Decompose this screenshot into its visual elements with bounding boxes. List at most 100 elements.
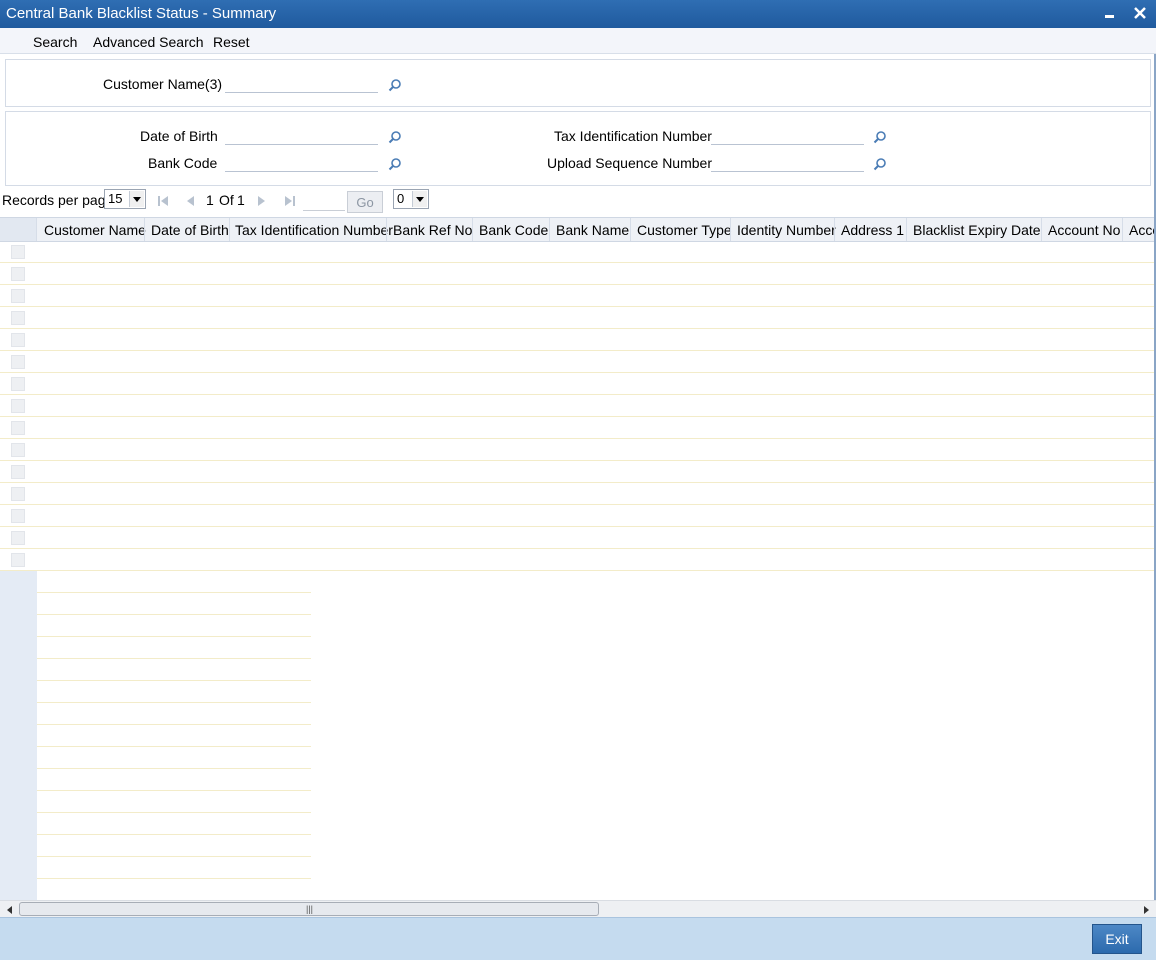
row-select-checkbox[interactable] <box>11 443 25 457</box>
bank-code-label: Bank Code <box>148 155 218 171</box>
page-select[interactable]: 0 <box>393 189 429 209</box>
pane-row <box>0 725 311 747</box>
date-of-birth-label: Date of Birth <box>140 128 218 144</box>
row-select-checkbox[interactable] <box>11 487 25 501</box>
col-acco-truncated[interactable]: Acco <box>1129 222 1156 238</box>
col-blacklist-expiry-date[interactable]: Blacklist Expiry Date <box>913 222 1041 238</box>
first-page-icon[interactable] <box>156 194 170 208</box>
menu-bar: Search Advanced Search Reset <box>0 28 1156 54</box>
select-all-cell[interactable] <box>0 218 37 241</box>
customer-name-label: Customer Name(3) <box>103 76 223 92</box>
records-per-page-select[interactable]: 15 <box>104 189 146 209</box>
col-customer-name[interactable]: Customer Name <box>44 222 146 238</box>
pane-row-header <box>0 725 37 747</box>
pane-row-header <box>0 659 37 681</box>
table-row[interactable] <box>0 461 1154 483</box>
upload-sequence-input[interactable] <box>711 152 864 172</box>
col-identity-number[interactable]: Identity Number <box>737 222 836 238</box>
table-row[interactable] <box>0 439 1154 461</box>
next-page-icon[interactable] <box>255 194 269 208</box>
date-of-birth-lookup-icon[interactable] <box>388 130 402 144</box>
pane-row <box>0 593 311 615</box>
pane-row-header <box>0 879 37 901</box>
table-row[interactable] <box>0 549 1154 571</box>
table-row[interactable] <box>0 241 1154 263</box>
pane-row <box>0 791 311 813</box>
pane-row-header <box>0 857 37 879</box>
tax-id-input[interactable] <box>711 125 864 145</box>
row-select-checkbox[interactable] <box>11 531 25 545</box>
pane-row <box>0 879 311 901</box>
table-row[interactable] <box>0 285 1154 307</box>
pane-row <box>0 681 311 703</box>
page-select-value: 0 <box>397 191 405 206</box>
col-customer-type[interactable]: Customer Type <box>637 222 732 238</box>
row-select-checkbox[interactable] <box>11 377 25 391</box>
pane-row <box>0 659 311 681</box>
pane-row <box>0 835 311 857</box>
previous-page-icon[interactable] <box>183 194 197 208</box>
pager-bar: Records per page 15 1 Of 1 0 <box>0 186 1156 216</box>
dropdown-arrow-icon <box>412 191 427 207</box>
go-button[interactable]: Go <box>347 191 383 213</box>
close-icon[interactable] <box>1130 3 1150 23</box>
search-menu-item[interactable]: Search <box>33 34 77 50</box>
col-bank-code[interactable]: Bank Code <box>479 222 548 238</box>
col-date-of-birth[interactable]: Date of Birth <box>151 222 229 238</box>
goto-page-input[interactable] <box>303 192 345 211</box>
table-row[interactable] <box>0 395 1154 417</box>
horizontal-scrollbar[interactable]: ||| <box>0 900 1156 917</box>
upload-sequence-lookup-icon[interactable] <box>873 157 887 171</box>
table-row[interactable] <box>0 307 1154 329</box>
row-select-checkbox[interactable] <box>11 421 25 435</box>
table-row[interactable] <box>0 263 1154 285</box>
advanced-search-menu-item[interactable]: Advanced Search <box>93 34 204 50</box>
pane-row <box>0 857 311 879</box>
pane-row-header <box>0 593 37 615</box>
bank-code-lookup-icon[interactable] <box>388 157 402 171</box>
pane-row-header <box>0 769 37 791</box>
window-title: Central Bank Blacklist Status - Summary <box>6 5 277 22</box>
row-select-checkbox[interactable] <box>11 509 25 523</box>
row-select-checkbox[interactable] <box>11 553 25 567</box>
last-page-icon[interactable] <box>283 194 297 208</box>
tax-id-lookup-icon[interactable] <box>873 130 887 144</box>
customer-name-input[interactable] <box>225 73 378 93</box>
table-row[interactable] <box>0 329 1154 351</box>
table-row[interactable] <box>0 351 1154 373</box>
col-address-1[interactable]: Address 1 <box>841 222 904 238</box>
table-row[interactable] <box>0 417 1154 439</box>
exit-button[interactable]: Exit <box>1092 924 1142 954</box>
records-per-page-label: Records per page <box>2 192 114 208</box>
table-row[interactable] <box>0 505 1154 527</box>
bank-code-input[interactable] <box>225 152 378 172</box>
table-row[interactable] <box>0 373 1154 395</box>
pane-row-header <box>0 747 37 769</box>
col-account-no[interactable]: Account No <box>1048 222 1120 238</box>
col-tax-identification-number[interactable]: Tax Identification Number <box>235 222 393 238</box>
reset-menu-item[interactable]: Reset <box>213 34 250 50</box>
pane-row <box>0 571 311 593</box>
row-select-checkbox[interactable] <box>11 355 25 369</box>
row-select-checkbox[interactable] <box>11 465 25 479</box>
row-select-checkbox[interactable] <box>11 311 25 325</box>
row-select-checkbox[interactable] <box>11 267 25 281</box>
minimize-icon[interactable] <box>1100 3 1120 23</box>
date-of-birth-input[interactable] <box>225 125 378 145</box>
pane-row-header <box>0 835 37 857</box>
row-select-checkbox[interactable] <box>11 399 25 413</box>
title-bar: Central Bank Blacklist Status - Summary <box>0 0 1156 28</box>
table-row[interactable] <box>0 527 1154 549</box>
scroll-left-icon[interactable] <box>4 903 16 915</box>
col-bank-ref-no[interactable]: Bank Ref No <box>393 222 472 238</box>
tax-id-label: Tax Identification Number <box>554 128 712 144</box>
col-bank-name[interactable]: Bank Name <box>556 222 629 238</box>
row-select-checkbox[interactable] <box>11 289 25 303</box>
row-select-checkbox[interactable] <box>11 245 25 259</box>
pane-row <box>0 615 311 637</box>
row-select-checkbox[interactable] <box>11 333 25 347</box>
scroll-right-icon[interactable] <box>1140 903 1152 915</box>
table-row[interactable] <box>0 483 1154 505</box>
customer-name-lookup-icon[interactable] <box>388 78 402 92</box>
scrollbar-thumb[interactable]: ||| <box>19 902 599 916</box>
